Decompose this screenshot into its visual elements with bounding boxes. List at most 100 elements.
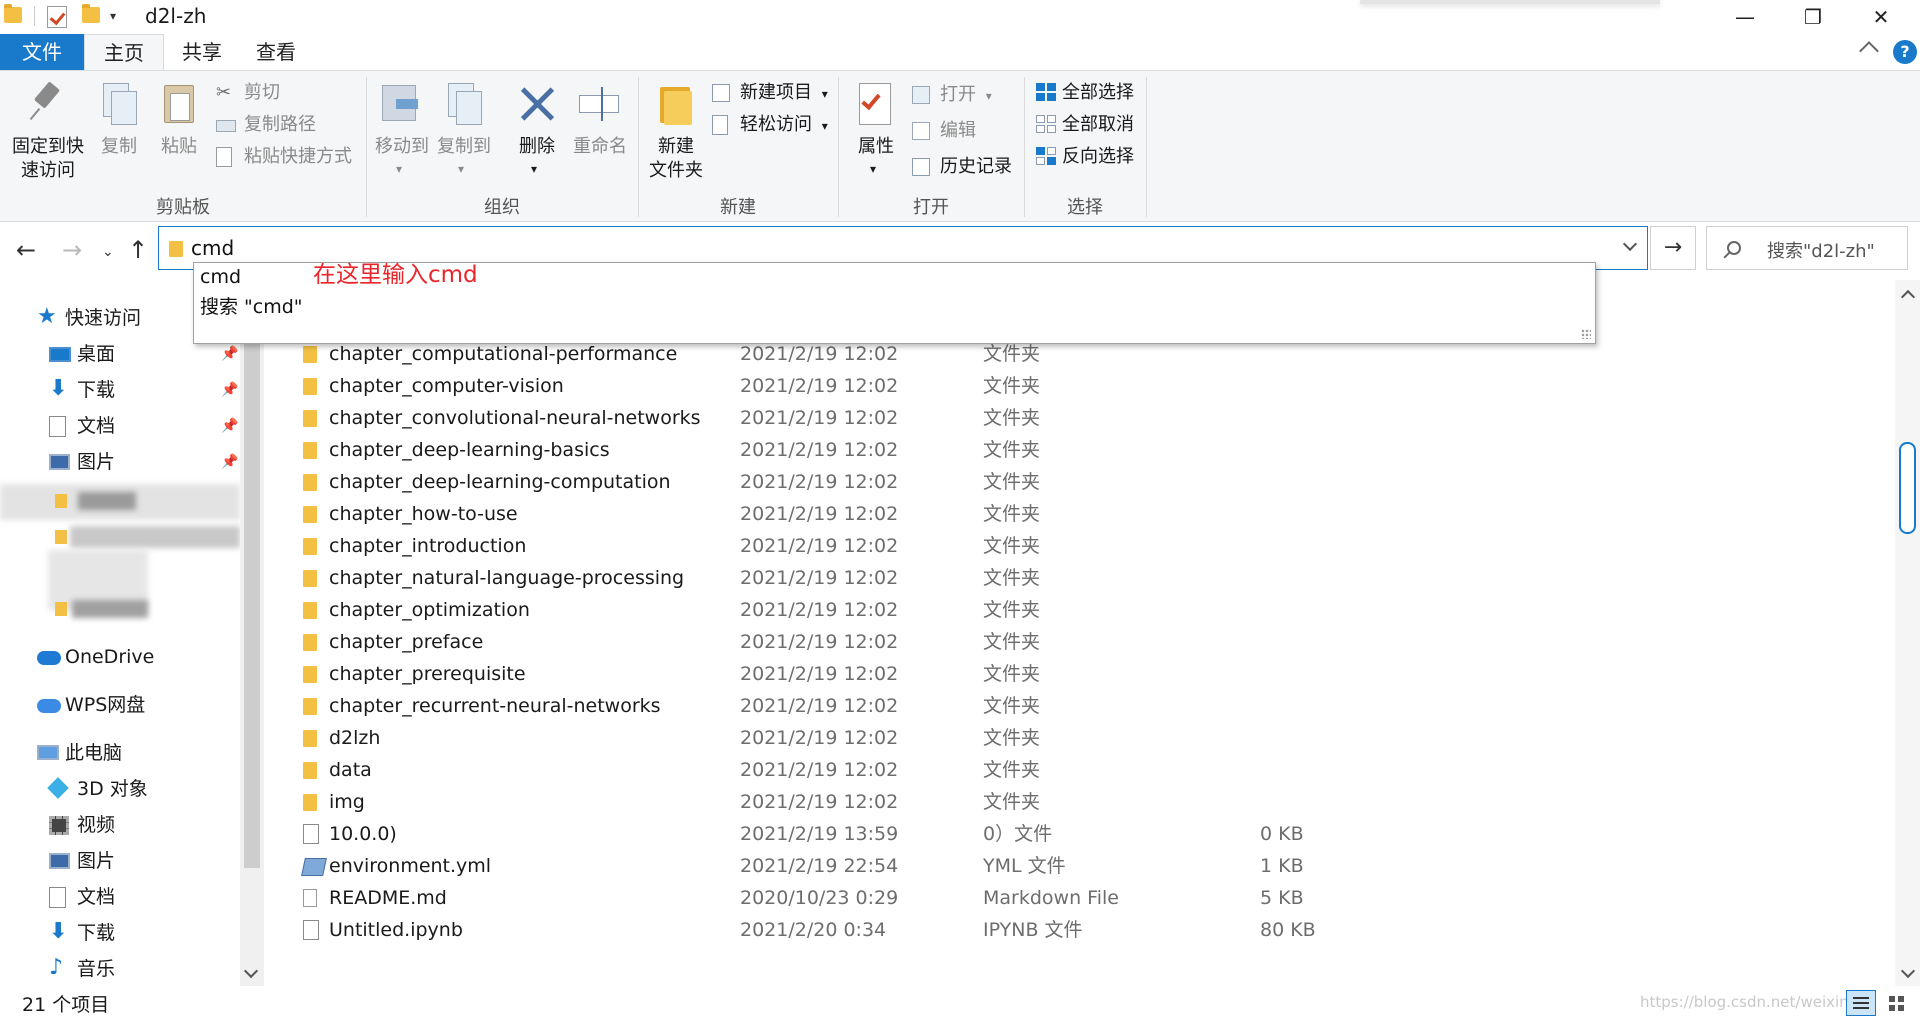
quick-access-toolbar-dropdown[interactable]: ▾: [110, 9, 116, 23]
properties-button[interactable]: 属性 ▾: [846, 73, 906, 185]
pin-icon[interactable]: 📌: [221, 418, 238, 434]
tab-home[interactable]: 主页: [84, 34, 164, 71]
nav-item-documents[interactable]: 文档: [49, 410, 115, 442]
scrollbar-thumb[interactable]: [244, 320, 260, 868]
open-button[interactable]: 打开 ▾: [912, 81, 992, 109]
suggestion-item[interactable]: 搜索 "cmd": [200, 292, 303, 319]
properties-icon[interactable]: [47, 6, 67, 28]
new-folder-label-line2: 文件夹: [649, 160, 703, 181]
go-button[interactable]: →: [1650, 226, 1696, 270]
collapse-ribbon-icon[interactable]: [1859, 41, 1879, 61]
search-box[interactable]: 搜索"d2l-zh": [1706, 226, 1908, 270]
file-row[interactable]: chapter_how-to-use 2021/2/19 12:02 文件夹: [265, 498, 1865, 530]
nav-scrollbar[interactable]: [240, 280, 264, 986]
tab-view[interactable]: 查看: [240, 34, 312, 70]
file-row[interactable]: chapter_natural-language-processing 2021/…: [265, 562, 1865, 594]
tab-file[interactable]: 文件: [0, 34, 84, 70]
close-button[interactable]: ✕: [1852, 0, 1910, 34]
scissors-icon: ✂: [216, 82, 232, 103]
nav-quick-access[interactable]: ★ 快速访问: [37, 302, 141, 334]
ribbon: 固定到快 速访问 复制 粘贴 ✂ 剪切 复制路径 粘贴快捷方式 剪贴板 移动到 …: [0, 70, 1920, 222]
edit-label: 编辑: [940, 120, 976, 141]
move-to-button[interactable]: 移动到 ▾: [372, 73, 432, 185]
file-row[interactable]: data 2021/2/19 12:02 文件夹: [265, 754, 1865, 786]
invert-selection-button[interactable]: 反向选择: [1036, 143, 1134, 171]
paste-shortcut-button[interactable]: 粘贴快捷方式: [216, 143, 352, 171]
minimize-button[interactable]: —: [1716, 0, 1774, 34]
file-row[interactable]: d2lzh 2021/2/19 12:02 文件夹: [265, 722, 1865, 754]
folder-icon: [303, 346, 317, 363]
resize-grip-icon[interactable]: [1581, 329, 1591, 339]
nav-label: 图片: [77, 451, 116, 473]
scrollbar-thumb[interactable]: [1899, 442, 1916, 534]
select-none-button[interactable]: 全部取消: [1036, 111, 1134, 139]
file-row[interactable]: chapter_introduction 2021/2/19 12:02 文件夹: [265, 530, 1865, 562]
chevron-down-icon[interactable]: [1622, 236, 1638, 252]
file-row[interactable]: README.md 2020/10/23 0:29 Markdown File 5 K…: [265, 882, 1865, 914]
history-button[interactable]: 历史记录: [912, 153, 1012, 181]
new-folder-icon[interactable]: [82, 4, 100, 23]
pin-icon[interactable]: 📌: [221, 346, 238, 362]
file-row[interactable]: 10.0.0) 2021/2/19 13:59 0）文件 0 KB: [265, 818, 1865, 850]
copy-path-button[interactable]: 复制路径: [216, 111, 316, 139]
file-row[interactable]: chapter_prerequisite 2021/2/19 12:02 文件夹: [265, 658, 1865, 690]
file-row[interactable]: environment.yml 2021/2/19 22:54 YML 文件 1 KB: [265, 850, 1865, 882]
nav-item-music[interactable]: ♪ 音乐: [49, 953, 115, 985]
chevron-up-icon[interactable]: [1900, 289, 1916, 305]
nav-wps[interactable]: WPS网盘: [37, 689, 145, 721]
chevron-down-icon: ▾: [821, 87, 828, 101]
rename-button[interactable]: 重命名: [570, 73, 630, 185]
item-count: 21 个项目: [22, 994, 110, 1016]
new-folder-button[interactable]: 新建 文件夹: [644, 73, 708, 185]
chevron-down-icon[interactable]: [1900, 963, 1916, 979]
copy-to-button[interactable]: 复制到 ▾: [434, 73, 494, 185]
pin-icon[interactable]: 📌: [221, 382, 238, 398]
copy-button[interactable]: 复制: [94, 73, 144, 185]
file-row[interactable]: chapter_convolutional-neural-networks 202…: [265, 402, 1865, 434]
cut-button[interactable]: ✂ 剪切: [216, 79, 280, 107]
select-all-button[interactable]: 全部选择: [1036, 79, 1134, 107]
forward-icon[interactable]: →: [62, 236, 82, 264]
file-row[interactable]: chapter_preface 2021/2/19 12:02 文件夹: [265, 626, 1865, 658]
pin-quick-access-button[interactable]: 固定到快 速访问: [8, 73, 88, 185]
file-row[interactable]: Untitled.ipynb 2021/2/20 0:34 IPYNB 文件 80 K…: [265, 914, 1865, 946]
file-scrollbar[interactable]: [1895, 280, 1920, 986]
paste-button[interactable]: 粘贴: [154, 73, 204, 185]
file-row[interactable]: chapter_optimization 2021/2/19 12:02 文件夹: [265, 594, 1865, 626]
pin-icon[interactable]: 📌: [221, 454, 238, 470]
file-name: README.md: [329, 887, 447, 909]
file-row[interactable]: chapter_deep-learning-computation 2021/2/…: [265, 466, 1865, 498]
nav-item-pictures[interactable]: 图片: [49, 446, 116, 478]
recent-locations-icon[interactable]: ⌄: [102, 244, 114, 260]
chevron-down-icon[interactable]: [243, 963, 259, 979]
new-item-button[interactable]: 新建项目 ▾: [712, 79, 828, 107]
file-row[interactable]: chapter_computer-vision 2021/2/19 12:02 文件…: [265, 370, 1865, 402]
move-to-label: 移动到: [375, 136, 429, 157]
up-icon[interactable]: ↑: [128, 236, 148, 264]
tab-share[interactable]: 共享: [164, 34, 240, 70]
file-type: IPYNB 文件: [983, 919, 1083, 941]
file-row[interactable]: img 2021/2/19 12:02 文件夹: [265, 786, 1865, 818]
file-row[interactable]: chapter_recurrent-neural-networks 2021/2/…: [265, 690, 1865, 722]
nav-this-pc[interactable]: 此电脑: [37, 737, 122, 769]
nav-item-downloads-pc[interactable]: ⬇ 下载: [49, 917, 115, 949]
edit-button[interactable]: 编辑: [912, 117, 976, 145]
nav-item-videos[interactable]: 视频: [49, 809, 115, 841]
large-icons-view-icon[interactable]: [1882, 990, 1912, 1016]
file-row[interactable]: chapter_deep-learning-basics 2021/2/19 12…: [265, 434, 1865, 466]
nav-item-desktop[interactable]: 桌面: [49, 338, 115, 370]
nav-item-pictures-pc[interactable]: 图片: [49, 845, 115, 877]
nav-item-downloads[interactable]: ⬇ 下载: [49, 374, 115, 406]
suggestion-item[interactable]: cmd: [200, 266, 241, 288]
help-icon[interactable]: ?: [1893, 40, 1917, 64]
nav-item-3d-objects[interactable]: 3D 对象: [47, 773, 148, 805]
back-icon[interactable]: ←: [16, 236, 36, 264]
easy-access-button[interactable]: 轻松访问 ▾: [712, 111, 828, 139]
delete-button[interactable]: 删除 ▾: [512, 73, 562, 185]
chevron-down-icon: ▾: [458, 162, 465, 176]
file-name: chapter_deep-learning-computation: [329, 471, 671, 493]
details-view-icon[interactable]: [1846, 990, 1876, 1016]
maximize-button[interactable]: ❐: [1784, 0, 1842, 34]
nav-item-documents-pc[interactable]: 文档: [49, 881, 115, 913]
nav-onedrive[interactable]: OneDrive: [37, 641, 154, 673]
